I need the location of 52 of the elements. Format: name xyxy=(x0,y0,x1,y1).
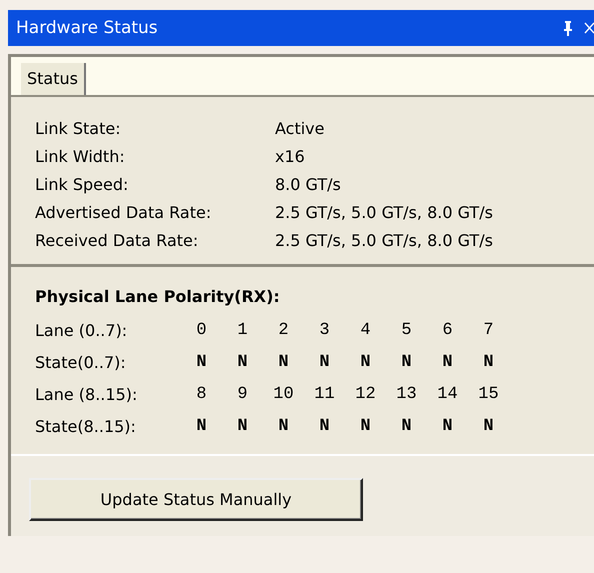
field-value: 2.5 GT/s, 5.0 GT/s, 8.0 GT/s xyxy=(275,203,494,222)
field-label: Received Data Rate: xyxy=(35,231,200,250)
lane-state: N xyxy=(277,352,290,372)
lane-state: N xyxy=(441,352,454,372)
lane-state: N xyxy=(359,416,372,436)
row-label: State(0..7): xyxy=(35,352,127,372)
lane-number: 13 xyxy=(395,384,418,404)
field-label: Link Width: xyxy=(35,147,126,166)
tab[interactable]: Status xyxy=(21,63,86,95)
lane-state: N xyxy=(318,416,331,436)
lane-state: N xyxy=(400,416,413,436)
lane-state: N xyxy=(236,352,249,372)
field-label: Advertised Data Rate: xyxy=(35,203,212,222)
field-value: x16 xyxy=(275,147,306,166)
lane-number: 1 xyxy=(236,320,249,340)
close-icon[interactable] xyxy=(584,21,594,35)
field-value: 2.5 GT/s, 5.0 GT/s, 8.0 GT/s xyxy=(275,231,494,250)
lane-state: N xyxy=(482,352,495,372)
lane-number: 5 xyxy=(400,320,413,340)
lane-number: 11 xyxy=(313,384,336,404)
lane-state: N xyxy=(195,416,208,436)
row-label: Lane (8..15): xyxy=(35,384,138,404)
lane-state: N xyxy=(482,416,495,436)
update-button[interactable]: Update Status Manually xyxy=(29,478,363,521)
lane-number: 6 xyxy=(441,320,454,340)
field-label: Link Speed: xyxy=(35,175,130,194)
lane-state: N xyxy=(236,416,249,436)
lane-number: 2 xyxy=(277,320,290,340)
lane-number: 15 xyxy=(477,384,500,404)
lane-state: N xyxy=(277,416,290,436)
lane-number: 4 xyxy=(359,320,372,340)
lane-number: 0 xyxy=(195,320,208,340)
row-label: State(8..15): xyxy=(35,416,137,436)
lane-state: N xyxy=(359,352,372,372)
window-title: Hardware Status xyxy=(16,18,159,38)
lane-state: N xyxy=(195,352,208,372)
lane-number: 14 xyxy=(436,384,459,404)
field-label: Link State: xyxy=(35,119,122,138)
section-heading: Physical Lane Polarity(RX): xyxy=(35,287,281,306)
pin-icon[interactable] xyxy=(562,20,574,36)
lane-number: 10 xyxy=(272,384,295,404)
row-label: Lane (0..7): xyxy=(35,320,128,340)
field-value: 8.0 GT/s xyxy=(275,175,342,194)
lane-state: N xyxy=(441,416,454,436)
lane-state: N xyxy=(400,352,413,372)
lane-number: 3 xyxy=(318,320,331,340)
lane-state: N xyxy=(318,352,331,372)
lane-number: 8 xyxy=(195,384,208,404)
lane-number: 12 xyxy=(354,384,377,404)
lane-number: 7 xyxy=(482,320,495,340)
field-value: Active xyxy=(275,119,326,138)
lane-number: 9 xyxy=(236,384,249,404)
